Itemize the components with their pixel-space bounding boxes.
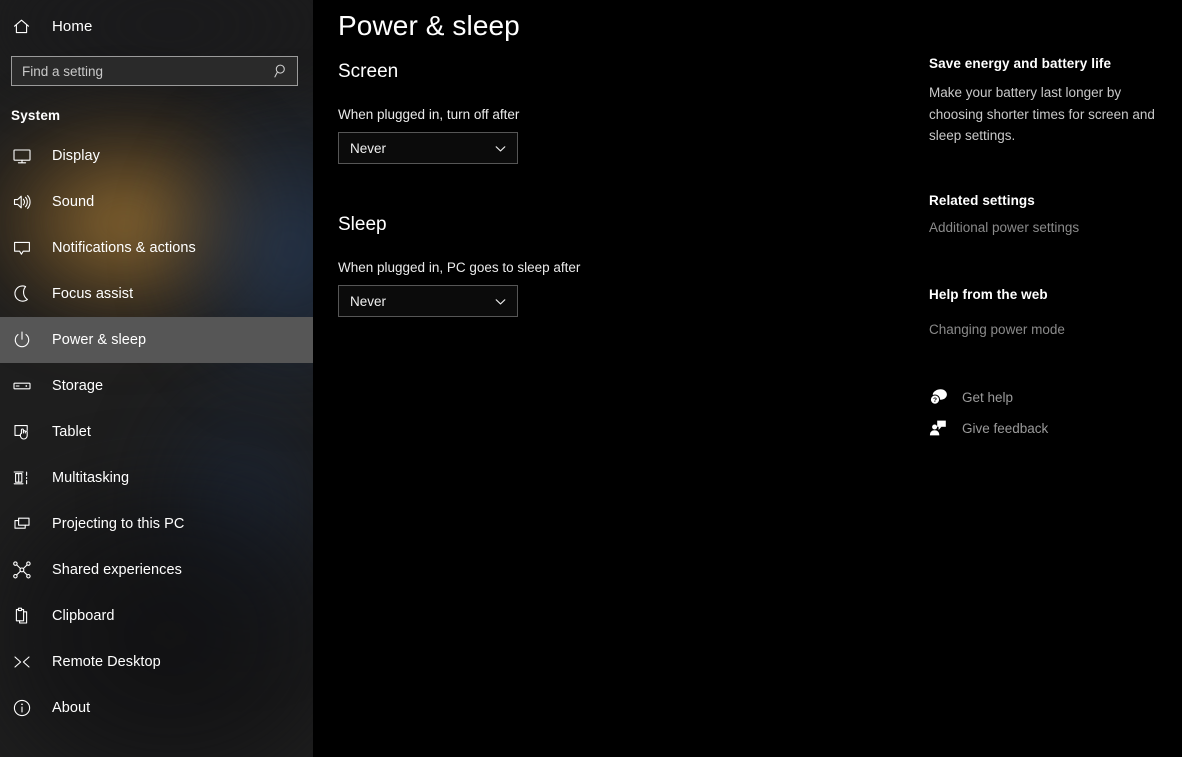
sidebar-item-shared-experiences[interactable]: Shared experiences bbox=[0, 547, 313, 593]
tip-heading: Save energy and battery life bbox=[929, 56, 1112, 71]
get-help-label: Get help bbox=[962, 389, 1014, 405]
sidebar-item-display[interactable]: Display bbox=[0, 133, 313, 179]
sidebar-item-sound[interactable]: Sound bbox=[0, 179, 313, 225]
clipboard-icon bbox=[12, 606, 38, 626]
power-icon bbox=[12, 330, 38, 350]
sidebar-item-storage[interactable]: Storage bbox=[0, 363, 313, 409]
search-box[interactable] bbox=[11, 56, 298, 86]
settings-window: Home System DisplaySoundNotification bbox=[0, 0, 1182, 757]
sleep-timeout-dropdown[interactable]: Never bbox=[338, 285, 518, 317]
sidebar-item-label: Focus assist bbox=[52, 286, 134, 302]
sidebar-item-notifications-actions[interactable]: Notifications & actions bbox=[0, 225, 313, 271]
sidebar-item-label: Power & sleep bbox=[52, 332, 147, 348]
navigation-sidebar: Home System DisplaySoundNotification bbox=[0, 0, 313, 757]
tip-body: Make your battery last longer by choosin… bbox=[929, 85, 1155, 143]
sidebar-nav-list: Display Sound Notifications & actions Focus… bbox=[0, 133, 313, 731]
monitor-icon bbox=[12, 146, 38, 166]
sidebar-item-label: Notifications & actions bbox=[52, 240, 196, 256]
moon-icon bbox=[12, 284, 38, 304]
search-container bbox=[0, 46, 313, 86]
right-info-panel: Save energy and battery life Make your b… bbox=[929, 0, 1182, 757]
speech-bubble-icon bbox=[12, 238, 38, 258]
sidebar-item-about[interactable]: About bbox=[0, 685, 313, 731]
get-help-link[interactable]: ? Get help bbox=[929, 388, 1013, 406]
give-feedback-link[interactable]: Give feedback bbox=[929, 419, 1048, 437]
feedback-person-icon bbox=[929, 419, 951, 437]
shared-nodes-icon bbox=[12, 560, 38, 580]
info-icon bbox=[12, 698, 38, 718]
screen-section-heading: Screen bbox=[338, 61, 399, 82]
sidebar-item-label: Shared experiences bbox=[52, 562, 182, 578]
projecting-icon bbox=[12, 514, 38, 534]
screen-timeout-label: When plugged in, turn off after bbox=[338, 107, 520, 122]
sidebar-item-label: Clipboard bbox=[52, 608, 115, 624]
sidebar-item-power-sleep[interactable]: Power & sleep bbox=[0, 317, 313, 363]
sidebar-section-title: System bbox=[11, 108, 61, 123]
sleep-timeout-label: When plugged in, PC goes to sleep after bbox=[338, 260, 581, 275]
sidebar-item-label: Multitasking bbox=[52, 470, 130, 486]
screen-timeout-dropdown[interactable]: Never bbox=[338, 132, 518, 164]
home-icon bbox=[12, 17, 38, 36]
sidebar-item-clipboard[interactable]: Clipboard bbox=[0, 593, 313, 639]
additional-power-settings-link[interactable]: Additional power settings bbox=[929, 220, 1079, 235]
sidebar-item-label: Display bbox=[52, 148, 100, 164]
sidebar-item-label: Sound bbox=[52, 194, 95, 210]
remote-desktop-icon bbox=[12, 652, 38, 672]
tablet-hand-icon bbox=[12, 422, 38, 442]
changing-power-mode-link[interactable]: Changing power mode bbox=[929, 322, 1065, 337]
give-feedback-label: Give feedback bbox=[962, 420, 1049, 436]
search-icon[interactable] bbox=[274, 64, 289, 79]
sidebar-item-remote-desktop[interactable]: Remote Desktop bbox=[0, 639, 313, 685]
chevron-down-icon bbox=[494, 142, 517, 155]
multitasking-icon bbox=[12, 468, 38, 488]
help-from-web-heading: Help from the web bbox=[929, 287, 1048, 302]
svg-text:?: ? bbox=[933, 397, 937, 404]
chevron-down-icon bbox=[494, 295, 517, 308]
home-button[interactable]: Home bbox=[0, 6, 313, 46]
sidebar-item-projecting-to-this-pc[interactable]: Projecting to this PC bbox=[0, 501, 313, 547]
sidebar-item-label: Projecting to this PC bbox=[52, 516, 185, 532]
sidebar-item-tablet[interactable]: Tablet bbox=[0, 409, 313, 455]
sidebar-item-label: Remote Desktop bbox=[52, 654, 161, 670]
screen-timeout-value: Never bbox=[350, 140, 387, 156]
sidebar-item-label: About bbox=[52, 700, 91, 716]
speaker-icon bbox=[12, 192, 38, 212]
sleep-section-heading: Sleep bbox=[338, 214, 387, 235]
sidebar-item-label: Tablet bbox=[52, 424, 91, 440]
search-input[interactable] bbox=[12, 57, 297, 85]
related-settings-heading: Related settings bbox=[929, 193, 1035, 208]
help-bubble-icon: ? bbox=[929, 388, 951, 406]
sidebar-item-multitasking[interactable]: Multitasking bbox=[0, 455, 313, 501]
sidebar-item-focus-assist[interactable]: Focus assist bbox=[0, 271, 313, 317]
drive-icon bbox=[12, 376, 38, 396]
sleep-timeout-value: Never bbox=[350, 293, 387, 309]
page-title: Power & sleep bbox=[338, 10, 520, 41]
sidebar-item-label: Storage bbox=[52, 378, 104, 394]
home-label: Home bbox=[52, 17, 93, 35]
